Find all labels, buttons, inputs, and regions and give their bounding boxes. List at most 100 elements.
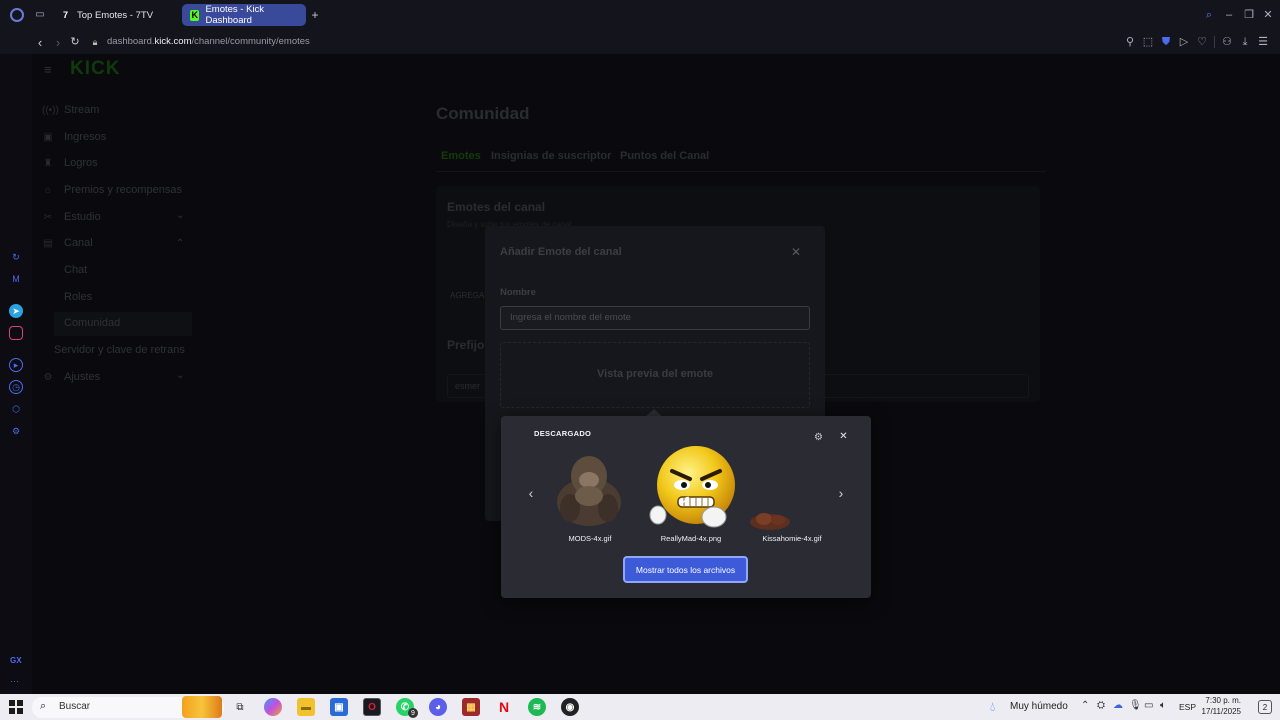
sidebar-item-premios[interactable]: ⌂ Premios y recompensas (42, 184, 182, 196)
7tv-icon: 7 (62, 10, 68, 20)
language-indicator[interactable]: ESP (1179, 702, 1196, 712)
sidebar-item-comunidad[interactable]: Comunidad (64, 317, 120, 329)
download-filename[interactable]: ReallyMad-4x.png (646, 534, 736, 543)
windows-start-icon[interactable] (9, 700, 23, 714)
chevron-down-icon[interactable]: ⌄ (176, 210, 184, 221)
tray-app-icon[interactable]: ⛭ (1097, 700, 1105, 711)
url-field[interactable]: dashboard.kick.com/channel/community/emo… (107, 36, 310, 47)
task-view-icon[interactable]: ⧉ (231, 698, 249, 716)
chevron-up-icon[interactable]: ⌃ (176, 238, 184, 249)
close-window-icon[interactable]: ✕ (1262, 9, 1274, 21)
close-icon[interactable]: ✕ (838, 431, 849, 442)
download-thumb-reallymad[interactable] (646, 443, 738, 531)
more-icon[interactable]: ··· (10, 676, 19, 686)
downloads-header: DESCARGADO (534, 429, 592, 438)
sidebar-item-ajustes[interactable]: ⚙ Ajustes (42, 371, 101, 383)
trophy-icon: ♜ (43, 157, 53, 169)
spotify-icon[interactable]: ≋ (528, 698, 546, 716)
download-thumb-kissahomie[interactable] (746, 506, 796, 532)
restore-icon[interactable]: ❐ (1243, 9, 1255, 21)
modal-close-icon[interactable]: ✕ (791, 245, 801, 259)
minimize-icon[interactable]: – (1223, 9, 1235, 21)
sidebar-item-servidor[interactable]: Servidor y clave de retrans (54, 344, 185, 356)
tab-emotes[interactable]: Emotes (441, 150, 481, 162)
hamburger-icon[interactable]: ≡ (44, 62, 52, 77)
easy-setup-icon[interactable]: ☰ (1257, 36, 1269, 48)
back-icon[interactable]: ‹ (34, 35, 46, 49)
player-icon[interactable]: ▸ (9, 358, 23, 372)
telegram-icon[interactable]: ➤ (9, 304, 23, 318)
reload-icon[interactable]: ↻ (69, 35, 81, 49)
file-explorer-icon[interactable]: ▬ (297, 698, 315, 716)
search-icon[interactable]: ⌕ (1203, 9, 1215, 21)
weather-icon[interactable]: 💧︎ (990, 699, 995, 715)
money-icon: ▣ (43, 131, 53, 143)
obs-icon[interactable]: ◉ (561, 698, 579, 716)
netflix-icon[interactable]: N (495, 698, 513, 716)
extensions-icon[interactable]: ⬡ (9, 402, 23, 416)
chevron-left-icon[interactable]: ‹ (525, 486, 537, 500)
profile-icon[interactable]: ⚇ (1221, 36, 1233, 48)
sidebar-item-stream[interactable]: ((•)) Stream (42, 104, 99, 116)
toolbar-divider (1214, 36, 1215, 48)
weather-label[interactable]: Muy húmedo (1010, 701, 1068, 712)
search-highlight-image (182, 696, 222, 718)
download-icon[interactable]: ⤓ (1239, 36, 1251, 48)
settings-icon[interactable]: ⚙ (9, 424, 23, 438)
discord-icon[interactable]: ◕ (429, 698, 447, 716)
new-tab-button[interactable]: + (309, 9, 321, 21)
search-label: Buscar (59, 701, 91, 712)
vpn-shield-icon[interactable]: ⛊ (1160, 36, 1172, 48)
app-grid-icon[interactable]: ▦ (462, 698, 480, 716)
snapshot-icon[interactable]: ⬚ (1142, 36, 1154, 48)
clock-date[interactable]: 17/11/2025 (1201, 707, 1241, 716)
tab-7tv[interactable]: 7 Top Emotes - 7TV (52, 4, 178, 26)
history-icon[interactable]: ◷ (9, 380, 23, 394)
network-icon[interactable]: ▭ (1144, 700, 1153, 711)
microphone-icon[interactable]: 🎙︎ (1129, 700, 1142, 711)
download-filename[interactable]: Kissahomie-4x.gif (747, 534, 837, 543)
prefix-value: esmer (455, 381, 481, 391)
sidebar-item-estudio[interactable]: ✂ Estudio (42, 211, 101, 223)
instagram-icon[interactable] (9, 326, 23, 340)
download-thumb-mods[interactable] (548, 448, 630, 530)
prefix-title: Prefijo (447, 338, 485, 352)
add-emote-label[interactable]: AGREGAR (450, 291, 490, 300)
tab-puntos[interactable]: Puntos del Canal (620, 150, 709, 162)
sidebar-item-canal[interactable]: ▤ Canal (42, 237, 92, 249)
tab-insignias[interactable]: Insignias de suscriptor (491, 150, 611, 162)
browser-tab-bar: ▭ 7 Top Emotes - 7TV K Emotes - Kick Das… (0, 0, 1280, 30)
monkey-thumbnail-icon (557, 456, 621, 526)
copilot-icon[interactable] (264, 698, 282, 716)
kick-logo[interactable]: KICK (70, 58, 120, 80)
opera-logo-icon[interactable] (10, 8, 24, 22)
sidebar-item-ingresos[interactable]: ▣ Ingresos (42, 131, 106, 143)
url-domain: kick.com (154, 36, 192, 47)
sidebar-item-chat[interactable]: Chat (64, 264, 87, 276)
opera-gx-icon[interactable]: O (363, 698, 381, 716)
channel-icon: ▤ (43, 237, 53, 249)
tab-title: Emotes - Kick Dashboard (205, 4, 265, 26)
notification-badge[interactable]: 2 (1258, 700, 1272, 714)
volume-icon[interactable]: 🔈︎ (1160, 700, 1166, 711)
show-all-files-button[interactable]: Mostrar todos los archivos (623, 556, 748, 583)
gear-icon[interactable]: ⚙ (813, 432, 824, 443)
flow-icon[interactable]: ▷ (1178, 36, 1190, 48)
store-icon[interactable]: ▣ (330, 698, 348, 716)
tab-menu-icon[interactable]: ▭ (34, 9, 46, 21)
download-filename[interactable]: MODS-4x.gif (545, 534, 635, 543)
tab-kick-dashboard[interactable]: K Emotes - Kick Dashboard (182, 4, 306, 26)
heart-icon[interactable]: ♡ (1196, 36, 1208, 48)
aria-icon[interactable]: ↻ (9, 250, 23, 264)
sidebar-item-roles[interactable]: Roles (64, 291, 92, 303)
pin-icon[interactable]: ⚲ (1124, 36, 1136, 48)
messenger-icon[interactable]: M (9, 272, 23, 286)
forward-icon[interactable]: › (52, 35, 64, 49)
angry-emoji-icon (649, 446, 735, 528)
clock-time[interactable]: 7:30 p. m. (1203, 696, 1241, 705)
chevron-down-icon[interactable]: ⌄ (176, 370, 184, 381)
chevron-right-icon[interactable]: › (835, 486, 847, 500)
sidebar-item-logros[interactable]: ♜ Logros (42, 157, 98, 169)
tray-chevron-up-icon[interactable]: ⌃ (1081, 700, 1089, 711)
tray-cloud-icon[interactable]: ☁ (1113, 700, 1123, 711)
